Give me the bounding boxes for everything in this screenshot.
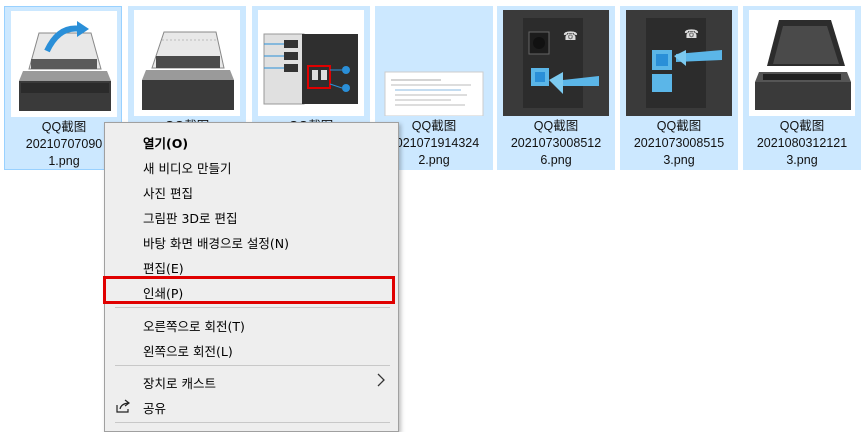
svg-text:☎: ☎ bbox=[684, 27, 699, 41]
file-name: QQ截图 2021080312121 3.png bbox=[756, 119, 848, 167]
menu-separator bbox=[115, 307, 390, 308]
menu-item-edit[interactable]: 편집(E) bbox=[105, 254, 398, 278]
svg-text:☎: ☎ bbox=[563, 29, 578, 43]
menu-item-rotate-left[interactable]: 왼쪽으로 회전(L) bbox=[105, 337, 398, 361]
thumbnail-scanner-glass-open bbox=[749, 10, 855, 116]
menu-item-cast-to-device[interactable]: 장치로 캐스트 bbox=[105, 369, 398, 393]
file-name: QQ截图 2021073008512 6.png bbox=[510, 119, 602, 167]
thumbnail-fax-port-plug: ☎ bbox=[503, 10, 609, 116]
thumbnail-document-page bbox=[381, 10, 487, 116]
print-highlight-box bbox=[103, 276, 395, 304]
file-tile[interactable]: ☎ QQ截图 2021073008512 6.png bbox=[497, 6, 615, 170]
file-tile[interactable]: QQ截图 2021080312121 3.png bbox=[743, 6, 861, 170]
share-icon bbox=[116, 399, 130, 413]
menu-item-rotate-right[interactable]: 오른쪽으로 회전(T) bbox=[105, 312, 398, 336]
file-name: QQ截图 2021073008515 3.png bbox=[633, 119, 725, 167]
menu-item-set-wallpaper[interactable]: 바탕 화면 배경으로 설정(N) bbox=[105, 229, 398, 253]
thumbnail-scanner-lid-open bbox=[134, 10, 240, 116]
thumbnail-phone-port-plug: ☎ bbox=[626, 10, 732, 116]
thumbnail-scanner-lid-open bbox=[11, 11, 117, 117]
menu-item-edit-paint3d[interactable]: 그림판 3D로 편집 bbox=[105, 204, 398, 228]
thumbnail-printer-back-panel bbox=[258, 10, 364, 116]
menu-separator bbox=[115, 422, 390, 423]
chevron-right-icon bbox=[377, 373, 385, 387]
menu-item-share[interactable]: 공유 bbox=[105, 394, 398, 418]
menu-item-open[interactable]: 열기(O) bbox=[105, 129, 398, 153]
menu-item-new-video[interactable]: 새 비디오 만들기 bbox=[105, 154, 398, 178]
menu-separator bbox=[115, 365, 390, 366]
menu-item-edit-photo[interactable]: 사진 편집 bbox=[105, 179, 398, 203]
file-tile[interactable]: ☎ QQ截图 2021073008515 3.png bbox=[620, 6, 738, 170]
